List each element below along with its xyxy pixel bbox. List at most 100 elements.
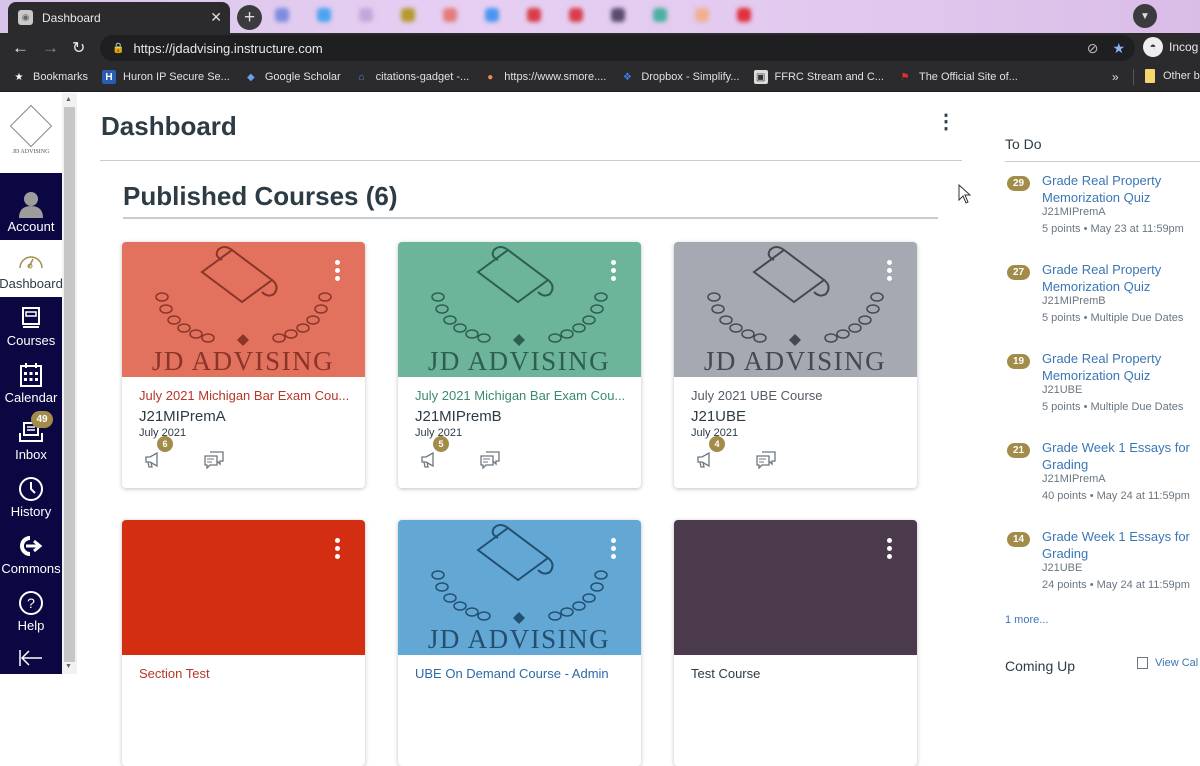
bookmark-item[interactable]: ◆ Google Scholar	[244, 70, 341, 84]
scroll-up-icon[interactable]: ▲	[65, 96, 72, 103]
course-card[interactable]: JD ADVISING July 2021 UBE Course J21UBE …	[674, 242, 917, 488]
course-card[interactable]: JD ADVISING UBE On Demand Course - Admin	[398, 520, 641, 766]
account-icon	[18, 191, 44, 218]
section-divider	[123, 217, 938, 219]
reload-icon[interactable]: ↻	[72, 38, 85, 58]
svg-text:JD ADVISING: JD ADVISING	[704, 346, 886, 376]
course-title-link[interactable]: July 2021 UBE Course	[691, 388, 906, 403]
course-card-hero[interactable]	[122, 520, 365, 655]
view-calendar-link[interactable]: View Cal	[1137, 657, 1198, 669]
coming-up-title: Coming Up	[1005, 658, 1076, 674]
card-options-kebab-icon[interactable]	[335, 260, 341, 284]
nav-item-dashboard[interactable]: Dashboard	[0, 240, 63, 297]
announcements-icon[interactable]	[696, 451, 714, 469]
bookmark-item[interactable]: ❖ Dropbox - Simplify...	[620, 70, 740, 84]
brand-logo[interactable]: JD ADVISING	[0, 93, 62, 173]
bookmarks-overflow-button[interactable]: »	[1112, 70, 1119, 84]
card-options-kebab-icon[interactable]	[611, 538, 617, 562]
bookmark-item[interactable]: ▣ FFRC Stream and C...	[753, 70, 884, 84]
calendar-icon	[18, 362, 44, 388]
bookmarks-divider	[1133, 69, 1134, 85]
discussions-icon[interactable]	[204, 451, 224, 469]
tab-search-button[interactable]: ▼	[1133, 4, 1157, 28]
todo-divider	[1005, 161, 1200, 162]
discussions-icon[interactable]	[756, 451, 776, 469]
other-bookmarks[interactable]: Other b	[1145, 69, 1200, 83]
scroll-down-icon[interactable]: ▼	[65, 663, 72, 670]
course-title-link[interactable]: July 2021 Michigan Bar Exam Cou...	[415, 388, 630, 403]
announcements-icon[interactable]	[144, 451, 162, 469]
nav-item-calendar[interactable]: Calendar	[0, 354, 62, 411]
course-card-hero[interactable]: JD ADVISING	[122, 242, 365, 377]
nav-item-courses[interactable]: Courses	[0, 297, 62, 354]
dashboard-options-button[interactable]: ⋮	[936, 112, 956, 132]
nav-item-inbox[interactable]: Inbox 49	[0, 411, 62, 468]
bookmark-item[interactable]: ⚑ The Official Site of...	[898, 70, 1017, 84]
course-card-hero[interactable]: JD ADVISING	[398, 242, 641, 377]
course-card[interactable]: Test Course	[674, 520, 917, 766]
card-options-kebab-icon[interactable]	[611, 260, 617, 284]
collapse-arrow-icon	[18, 645, 44, 671]
bookmark-item[interactable]: H Huron IP Secure Se...	[102, 70, 230, 84]
nav-item-commons[interactable]: Commons	[0, 525, 62, 582]
close-tab-icon[interactable]: ✕	[210, 9, 222, 26]
course-card[interactable]: JD ADVISING July 2021 Michigan Bar Exam …	[122, 242, 365, 488]
course-code: J21MIPremA	[139, 408, 226, 425]
forward-arrow-icon[interactable]: →	[42, 38, 59, 58]
course-title-link[interactable]: July 2021 Michigan Bar Exam Cou...	[139, 388, 354, 403]
page-title: Dashboard	[101, 111, 237, 141]
incognito-icon: ◓	[1143, 37, 1163, 57]
course-card-hero[interactable]: JD ADVISING	[674, 242, 917, 377]
lock-icon: 🔒	[112, 42, 125, 54]
nav-item-account[interactable]: Account	[0, 173, 62, 240]
todo-more-link[interactable]: 1 more...	[1005, 614, 1048, 626]
svg-text:JD ADVISING: JD ADVISING	[152, 346, 334, 376]
collapse-nav-button[interactable]	[0, 645, 62, 675]
scrollbar-thumb[interactable]	[64, 107, 75, 662]
h-icon: H	[102, 70, 117, 84]
course-card-hero[interactable]: JD ADVISING	[398, 520, 641, 655]
browser-toolbar: ← → ↻ 🔒 https://jdadvising.instructure.c…	[0, 33, 1200, 63]
svg-text:?: ?	[27, 595, 35, 611]
course-card[interactable]: JD ADVISING July 2021 Michigan Bar Exam …	[398, 242, 641, 488]
todo-item-link[interactable]: Grade Week 1 Essays for Grading	[1042, 528, 1200, 562]
scholar-icon: ◆	[246, 71, 255, 83]
bookmark-star-icon[interactable]: ★	[1112, 40, 1125, 57]
scroll-logo-icon	[9, 104, 53, 148]
global-navigation: JD ADVISING Account Dashboard Courses Ca…	[0, 93, 63, 675]
todo-item-course: J21MIPremA	[1042, 206, 1106, 218]
back-arrow-icon[interactable]: ←	[12, 38, 29, 58]
bookmarks-bar: ★ Bookmarks H Huron IP Secure Se... ◆ Googl…	[0, 63, 1200, 92]
announcements-icon[interactable]	[420, 451, 438, 469]
address-bar[interactable]: 🔒 https://jdadvising.instructure.com ⊘ ★	[100, 35, 1135, 61]
new-tab-button[interactable]: +	[237, 5, 262, 30]
card-options-kebab-icon[interactable]	[887, 538, 893, 562]
bookmark-item[interactable]: ⌂ citations-gadget -...	[355, 70, 470, 84]
course-card[interactable]: Section Test	[122, 520, 365, 766]
nav-item-history[interactable]: History	[0, 468, 62, 525]
bookmark-item[interactable]: ● https://www.smore....	[483, 70, 606, 84]
folder-icon	[1145, 69, 1155, 83]
todo-item-link[interactable]: Grade Real Property Memorization Quiz	[1042, 350, 1200, 384]
browser-tab-dashboard[interactable]: ◉ Dashboard ✕	[8, 2, 230, 33]
jd-advising-logo: JD ADVISING	[152, 246, 334, 376]
nav-item-help[interactable]: ? Help	[0, 582, 62, 639]
course-card-hero[interactable]	[674, 520, 917, 655]
tracking-blocked-icon[interactable]: ⊘	[1087, 40, 1099, 57]
commons-icon	[18, 533, 44, 559]
todo-item-link[interactable]: Grade Real Property Memorization Quiz	[1042, 261, 1200, 295]
bookmark-item[interactable]: ★ Bookmarks	[12, 70, 89, 84]
section-title: Published Courses (6)	[123, 181, 398, 211]
mouse-cursor-icon	[958, 184, 972, 204]
help-icon: ?	[18, 590, 44, 616]
card-options-kebab-icon[interactable]	[887, 260, 893, 284]
todo-item-course: J21UBE	[1042, 384, 1083, 396]
discussions-icon[interactable]	[480, 451, 500, 469]
history-icon	[18, 476, 44, 502]
profile-button[interactable]: ◓ Incog	[1143, 37, 1198, 57]
nav-scrollbar[interactable]: ▲ ▼	[62, 93, 77, 674]
todo-item-link[interactable]: Grade Real Property Memorization Quiz	[1042, 172, 1200, 206]
todo-item-link[interactable]: Grade Week 1 Essays for Grading	[1042, 439, 1200, 473]
todo-item-meta: 5 points • Multiple Due Dates	[1042, 312, 1184, 324]
card-options-kebab-icon[interactable]	[335, 538, 341, 562]
